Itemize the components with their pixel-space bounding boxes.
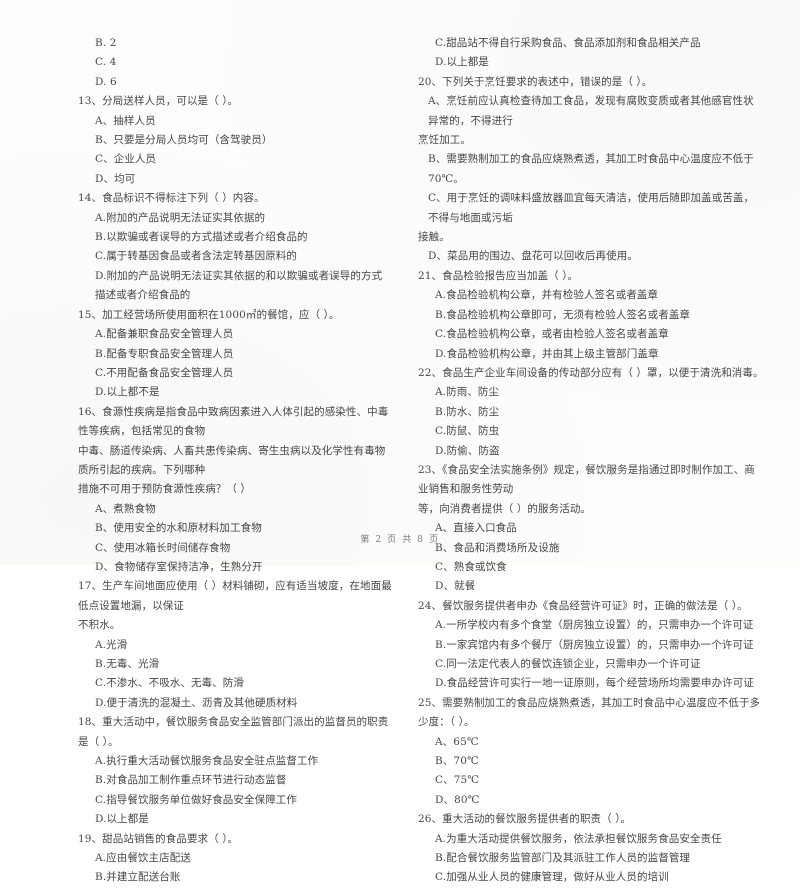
- question-option: A.一所学校内有多个食堂（厨房独立设置）的，只需申办一个许可证: [435, 619, 754, 632]
- question-option: B.防水、防尘: [435, 405, 500, 418]
- question-option: A.执行重大活动餐饮服务食品安全驻点监督工作: [95, 755, 319, 768]
- question-option: D.附加的产品说明无法证实其依据的和以欺骗或者误导的方式描述或者介绍食品的: [95, 269, 383, 302]
- question-continuation-line: 中毒、肠道传染病、人畜共患传染病、寄生虫病以及化学性有毒物质所引起的疾病。下列哪…: [78, 444, 386, 476]
- question-stem: 18、重大活动中，餐饮服务食品安全监管部门派出的监督员的职责是（ ）。: [78, 716, 389, 748]
- question-option: B.以欺骗或者误导的方式描述或者介绍食品的: [95, 231, 308, 244]
- question-option: B.无毒、光滑: [95, 658, 160, 670]
- question-option: C.指导餐饮服务单位做好食品安全保障工作: [95, 793, 297, 806]
- question-option-indented: C、用于烹饪的调味料盛放器皿宜每天清洁，使用后随即加盖或苦盖，不得与地面或污垢: [428, 192, 755, 224]
- question-option-indented: B、需要熟制加工的食品应烧熟煮透，其加工时食品中心温度应不低于70℃。: [428, 153, 754, 185]
- question-stem: 20、下列关于烹饪要求的表述中，错误的是（ ）。: [418, 75, 653, 88]
- question-option: C.属于转基因食品或者含法定转基因原料的: [95, 250, 297, 263]
- question-stem: 26、重大活动的餐饮服务提供者的职责（ ）。: [418, 813, 632, 826]
- question-continuation-line: 措施不可用于预防食源性疾病？（ ）: [78, 483, 252, 496]
- question-option: C. 4: [95, 56, 117, 69]
- question-option: C、熟食或饮食: [435, 560, 507, 573]
- question-stem: 17、生产车间地面应使用（ ）材料铺砌，应有适当坡度，在地面最低点设置地漏，以保…: [78, 580, 392, 612]
- question-option: D.便于清洗的混凝土、沥青及其他硬质材料: [95, 696, 298, 709]
- question-stem: 14、食品标识不得标注下列（ ）内容。: [78, 192, 265, 205]
- question-option: A.附加的产品说明无法证实其依据的: [95, 211, 266, 224]
- question-option: C、企业人员: [95, 153, 157, 166]
- question-option: C.加强从业人员的健康管理，做好从业人员的培训: [435, 871, 669, 884]
- question-option: A、65℃: [435, 735, 479, 748]
- question-option: B. 2: [95, 37, 117, 49]
- question-option: C、75℃: [435, 774, 480, 787]
- right-column: C.甜品站不得自行采购食品、食品添加剂和食品相关产品 D.以上都是 20、下列关于烹…: [400, 34, 800, 888]
- question-option: D.以上都是: [95, 813, 149, 826]
- question-option: C.防鼠、防虫: [435, 425, 500, 438]
- question-option: D、食物储存室保持洁净，生熟分开: [95, 560, 263, 573]
- question-stem: 23、《食品安全法实施条例》规定，餐饮服务是指通过即时制作加工、商业销售和服务性…: [418, 463, 755, 496]
- question-option: A.光滑: [95, 638, 128, 651]
- question-stem: 13、分局送样人员，可以是（ ）。: [78, 95, 239, 108]
- question-option: D.以上都不是: [95, 386, 160, 399]
- question-option: D、均可: [95, 172, 136, 185]
- question-option: A.防雨、防尘: [435, 386, 500, 399]
- document-page: B. 2 C. 4 D. 6 13、分局送样人员，可以是（ ）。 A、抽样人员 B、只要是…: [0, 0, 800, 883]
- question-option: A.食品检验机构公章，并有检验人签名或者盖章: [435, 289, 659, 302]
- question-option: B.食品检验机构公章即可，无须有检验人签名或者盖章: [435, 308, 691, 321]
- question-option: C.同一法定代表人的餐饮连锁企业，只需申办一个许可证: [435, 658, 701, 670]
- question-stem: 21、食品检验报告应当加盖（ ）。: [418, 269, 579, 282]
- question-option: C.食品检验机构公章，或者由检验人签名或者盖章: [435, 328, 669, 341]
- question-continuation-line: 不积水。: [78, 619, 121, 632]
- question-option: C.甜品站不得自行采购食品、食品添加剂和食品相关产品: [435, 37, 701, 49]
- question-stem: 19、甜品站销售的食品要求（ ）。: [78, 832, 239, 845]
- question-continuation-line: 等，向消费者提供（ ）的服务活动。: [418, 502, 592, 515]
- question-stem: 25、需要熟制加工的食品应烧熟煮透，其加工时食品中心温度应不低于多少度：（ ）。: [418, 696, 761, 729]
- question-option: B、只要是分局人员均可（含驾驶员）: [95, 134, 273, 147]
- question-option: B.配合餐饮服务监管部门及其派驻工作人员的监督管理: [435, 852, 691, 865]
- question-option: D、80℃: [435, 793, 480, 806]
- question-stem: 24、餐饮服务提供者申办《食品经营许可证》时，正确的做法是（ ）。: [418, 599, 748, 612]
- question-option: A.为重大活动提供餐饮服务，依法承担餐饮服务食品安全责任: [435, 832, 722, 845]
- page-footer: 第 2 页 共 8 页: [360, 535, 440, 545]
- question-option: D.防偷、防盗: [435, 444, 500, 457]
- question-option: D.食品检验机构公章，并由其上级主管部门盖章: [435, 347, 659, 360]
- question-option: D. 6: [95, 75, 117, 88]
- question-option: A、煮熟食物: [95, 502, 156, 515]
- question-stem: 16、食源性疾病是指食品中致病因素进入人体引起的感染性、中毒性等疾病，包括常见的…: [78, 405, 389, 438]
- question-option: B、70℃: [435, 755, 479, 768]
- question-option: C.不用配备食品安全管理人员: [95, 366, 234, 379]
- question-option: A、抽样人员: [95, 114, 156, 127]
- question-continuation-line: 接触。: [418, 231, 450, 244]
- question-option: B.一家宾馆内有多个餐厅（厨房独立设置）的，只需申办一个许可证: [435, 638, 754, 651]
- left-column: B. 2 C. 4 D. 6 13、分局送样人员，可以是（ ）。 A、抽样人员 B、只要是…: [0, 34, 400, 888]
- question-option: B.配备专职食品安全管理人员: [95, 347, 234, 360]
- question-option: D.食品经营许可实行一地一证原则，每个经营场所均需要申办许可证: [435, 677, 754, 690]
- question-option-indented: D、菜品用的围边、盘花可以回收后再使用。: [428, 250, 638, 263]
- question-stem: 15、加工经营场所使用面积在1000㎡的餐馆，应（ ）。: [78, 308, 340, 321]
- question-option: A.应由餐饮主店配送: [95, 852, 191, 865]
- question-option: C.不渗水、不吸水、无毒、防滑: [95, 677, 244, 690]
- question-option-indented: A、烹饪前应认真检查待加工食品，发现有腐败变质或者其他感官性状异常的，不得进行: [428, 95, 754, 127]
- question-stem: 22、食品生产企业车间设备的传动部分应有（ ）罩，以便于清洗和消毒。: [418, 366, 764, 379]
- two-column-layout: B. 2 C. 4 D. 6 13、分局送样人员，可以是（ ）。 A、抽样人员 B、只要是…: [0, 34, 800, 888]
- question-option: B.对食品加工制作重点环节进行动态监督: [95, 774, 287, 787]
- question-option: D、就餐: [435, 580, 476, 593]
- question-option: D.以上都是: [435, 56, 489, 69]
- question-option: B.并建立配送台账: [95, 871, 181, 884]
- question-option: A.配备兼职食品安全管理人员: [95, 328, 234, 341]
- question-continuation-line: 烹饪加工。: [418, 134, 471, 147]
